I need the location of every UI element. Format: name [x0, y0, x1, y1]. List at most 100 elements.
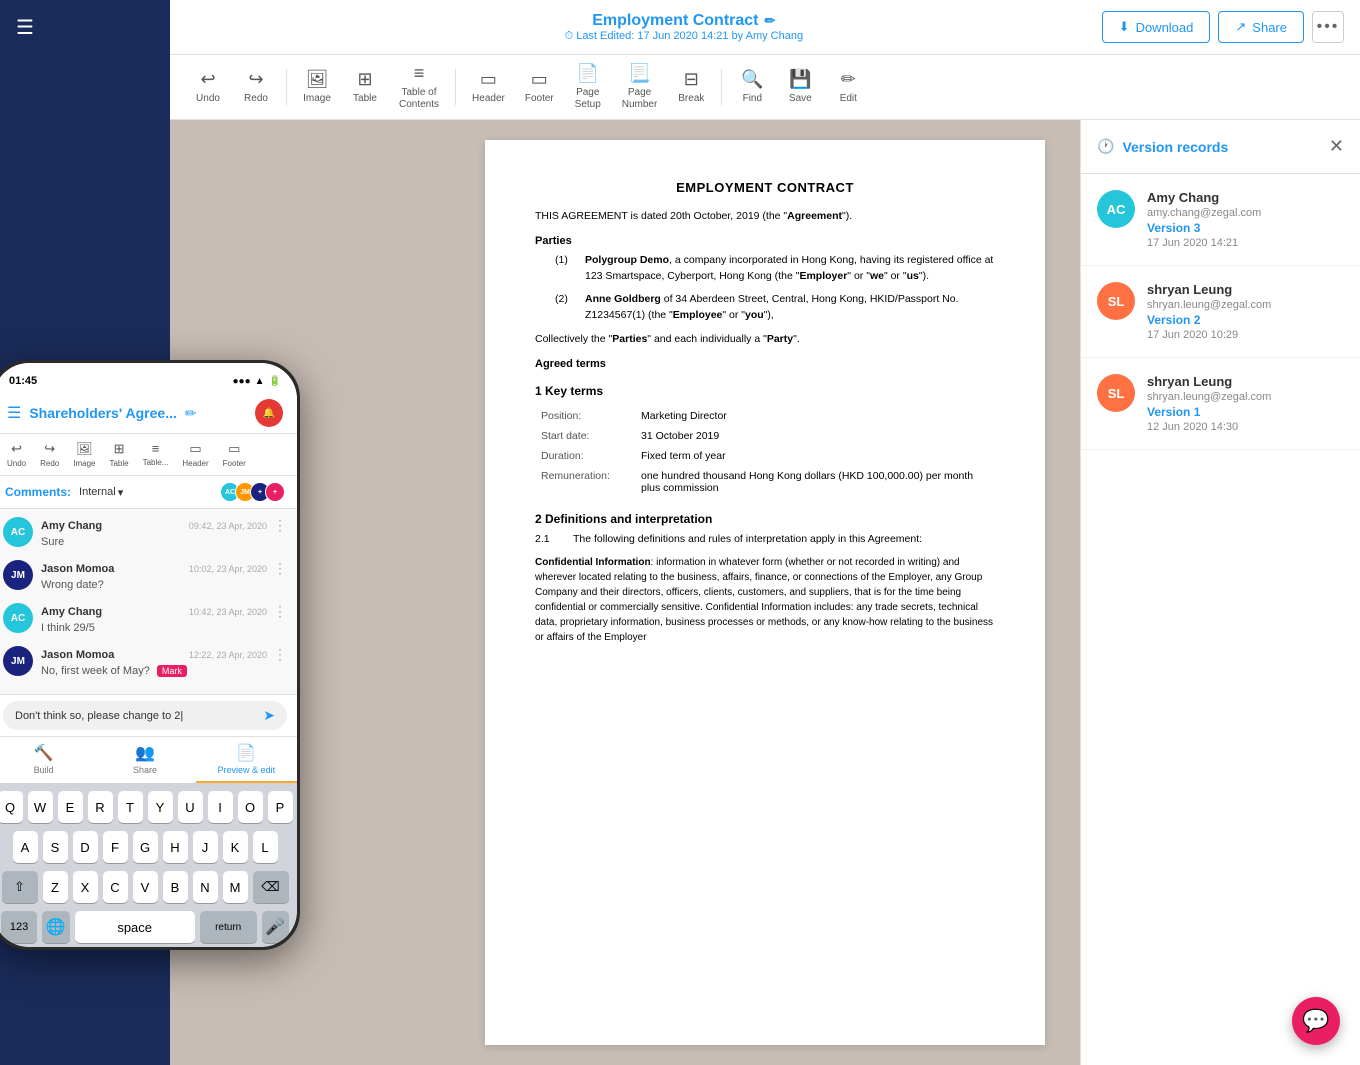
phone-tab-preview[interactable]: 📄 Preview & edit	[196, 737, 297, 783]
key-q[interactable]: Q	[0, 791, 23, 823]
key-globe[interactable]: 🌐	[42, 911, 69, 943]
phone-tab-build[interactable]: 🔨 Build	[0, 737, 94, 783]
send-icon[interactable]: ➤	[263, 707, 275, 724]
phone-tab-share[interactable]: 👥 Share	[94, 737, 195, 783]
key-x[interactable]: X	[73, 871, 98, 903]
phone-toolbar-toc[interactable]: ≡ Table...	[137, 438, 175, 471]
key-h[interactable]: H	[163, 831, 188, 863]
key-a[interactable]: A	[13, 831, 38, 863]
agreement-text: THIS AGREEMENT is dated 20th October, 20…	[535, 209, 995, 225]
key-s[interactable]: S	[43, 831, 68, 863]
version-label-2[interactable]: Version 2	[1147, 313, 1271, 327]
phone-toolbar-footer[interactable]: ▭ Footer	[217, 438, 252, 471]
download-button[interactable]: ⬇ Download	[1102, 11, 1211, 43]
phone-toolbar-image[interactable]: 🖼 Image	[67, 438, 101, 471]
key-d[interactable]: D	[73, 831, 98, 863]
key-f[interactable]: F	[103, 831, 128, 863]
table-label: Table	[353, 93, 377, 105]
comment-more-4[interactable]: ⋮	[273, 646, 287, 663]
toolbar-table[interactable]: ⊞ Table	[343, 63, 387, 111]
key-i[interactable]: I	[208, 791, 233, 823]
key-space[interactable]: space	[75, 911, 195, 943]
key-r[interactable]: R	[88, 791, 113, 823]
key-k[interactable]: K	[223, 831, 248, 863]
key-n[interactable]: N	[193, 871, 218, 903]
comments-type[interactable]: Internal ▾	[79, 486, 123, 499]
key-o[interactable]: O	[238, 791, 263, 823]
toc-label: Table of Contents	[399, 87, 439, 111]
toolbar-page-setup[interactable]: 📄 Page Setup	[566, 57, 610, 117]
edit-icon: ✏	[841, 69, 856, 90]
toolbar-save[interactable]: 💾 Save	[778, 63, 822, 111]
key-t[interactable]: T	[118, 791, 143, 823]
toolbar-redo[interactable]: ↪ Redo	[234, 63, 278, 111]
phone-nav-bar: ☰ Shareholders' Agree... ✏ 🔔	[0, 393, 297, 434]
phone-redo-label: Redo	[40, 459, 59, 468]
key-123[interactable]: 123	[1, 911, 37, 943]
top-bar-center: Employment Contract ✏ ⏱ Last Edited: 17 …	[565, 12, 804, 43]
key-j[interactable]: J	[193, 831, 218, 863]
key-g[interactable]: G	[133, 831, 158, 863]
key-c[interactable]: C	[103, 871, 128, 903]
version-label-3[interactable]: Version 1	[1147, 405, 1271, 419]
hamburger-icon[interactable]: ☰	[16, 15, 34, 40]
phone-input-field[interactable]: Don't think so, please change to 2| ➤	[3, 701, 287, 730]
comment-more-1[interactable]: ⋮	[273, 517, 287, 534]
key-p[interactable]: P	[268, 791, 293, 823]
phone-toolbar-table[interactable]: ⊞ Table	[103, 438, 134, 471]
comment-item-3: AC Amy Chang 10:42, 23 Apr, 2020 ⋮ I thi…	[3, 603, 287, 634]
phone-hamburger-icon[interactable]: ☰	[7, 403, 21, 423]
version-item-3[interactable]: SL shryan Leung shryan.leung@zegal.com V…	[1081, 358, 1360, 450]
phone-pencil-icon[interactable]: ✏	[185, 405, 197, 422]
key-u[interactable]: U	[178, 791, 203, 823]
share-button[interactable]: ↗ Share	[1218, 11, 1304, 43]
key-b[interactable]: B	[163, 871, 188, 903]
comment-more-3[interactable]: ⋮	[273, 603, 287, 620]
key-l[interactable]: L	[253, 831, 278, 863]
phone-input-bar: Don't think so, please change to 2| ➤	[0, 694, 297, 736]
version-email-2: shryan.leung@zegal.com	[1147, 299, 1271, 311]
more-button[interactable]: •••	[1312, 11, 1344, 43]
key-e[interactable]: E	[58, 791, 83, 823]
toolbar-toc[interactable]: ≡ Table of Contents	[391, 57, 447, 117]
share-label: Share	[1252, 20, 1287, 35]
toolbar-footer[interactable]: ▭ Footer	[517, 63, 562, 111]
key-m[interactable]: M	[223, 871, 248, 903]
pencil-icon[interactable]: ✏	[765, 13, 776, 29]
key-z[interactable]: Z	[43, 871, 68, 903]
more-icon: •••	[1317, 18, 1340, 36]
remuneration-label: Remuneration:	[535, 466, 635, 498]
toolbar-break[interactable]: ⊟ Break	[669, 63, 713, 111]
version-item-2[interactable]: SL shryan Leung shryan.leung@zegal.com V…	[1081, 266, 1360, 358]
toolbar-image[interactable]: 🖼 Image	[295, 63, 339, 111]
confidential-def-text: : information in whatever form (whether …	[535, 557, 993, 643]
version-name-2: shryan Leung	[1147, 282, 1271, 297]
key-w[interactable]: W	[28, 791, 53, 823]
toolbar-edit[interactable]: ✏ Edit	[826, 63, 870, 111]
redo-label: Redo	[244, 93, 268, 105]
phone-toolbar-redo[interactable]: ↪ Redo	[34, 438, 65, 471]
comment-body-1: Amy Chang 09:42, 23 Apr, 2020 ⋮ Sure	[41, 517, 287, 548]
key-backspace[interactable]: ⌫	[253, 871, 289, 903]
key-v[interactable]: V	[133, 871, 158, 903]
toolbar-header[interactable]: ▭ Header	[464, 63, 513, 111]
phone-toolbar-header[interactable]: ▭ Header	[176, 438, 214, 471]
key-mic[interactable]: 🎤	[262, 911, 289, 943]
comment-more-2[interactable]: ⋮	[273, 560, 287, 577]
key-return[interactable]: return	[200, 911, 257, 943]
toolbar-find[interactable]: 🔍 Find	[730, 63, 774, 111]
phone-toolbar-undo[interactable]: ↩ Undo	[1, 438, 32, 471]
version-close-button[interactable]: ✕	[1329, 136, 1344, 157]
version-date-1: 17 Jun 2020 14:21	[1147, 237, 1261, 249]
key-shift[interactable]: ⇧	[2, 871, 38, 903]
version-header-left: 🕐 Version records	[1097, 138, 1228, 155]
version-label-1[interactable]: Version 3	[1147, 221, 1261, 235]
phone-comments-list[interactable]: AC Amy Chang 09:42, 23 Apr, 2020 ⋮ Sure …	[0, 509, 297, 694]
version-item-1[interactable]: AC Amy Chang amy.chang@zegal.com Version…	[1081, 174, 1360, 266]
toolbar-page-number[interactable]: 📃 Page Number	[614, 57, 666, 117]
key-y[interactable]: Y	[148, 791, 173, 823]
comment-avatar-ac-1: AC	[3, 517, 33, 547]
version-info-3: shryan Leung shryan.leung@zegal.com Vers…	[1147, 374, 1271, 433]
chat-fab-button[interactable]: 💬	[1292, 997, 1340, 1045]
toolbar-undo[interactable]: ↩ Undo	[186, 63, 230, 111]
